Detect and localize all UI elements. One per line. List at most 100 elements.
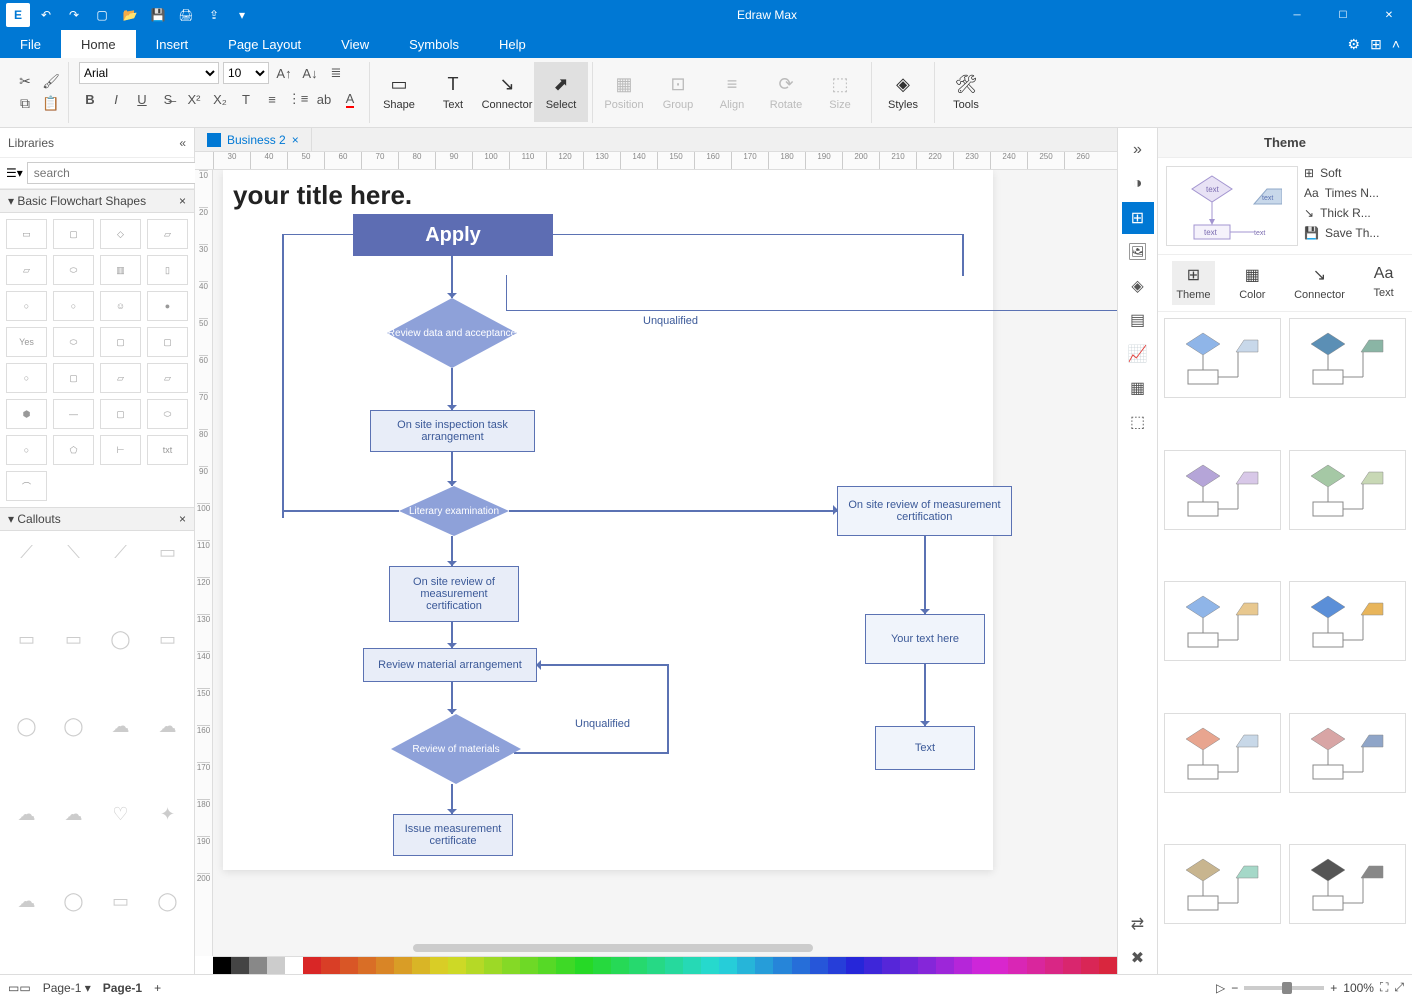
callout-item[interactable]: ◯ xyxy=(100,624,141,654)
shape-item[interactable]: ▢ xyxy=(147,327,188,357)
callout-item[interactable]: ◯ xyxy=(147,887,188,917)
color-swatch[interactable] xyxy=(810,957,828,974)
color-swatch[interactable] xyxy=(520,957,538,974)
color-swatch[interactable] xyxy=(484,957,502,974)
shape-item[interactable]: ▯ xyxy=(147,255,188,285)
color-swatch[interactable] xyxy=(792,957,810,974)
color-swatch[interactable] xyxy=(213,957,231,974)
shape-item[interactable]: — xyxy=(53,399,94,429)
shape-item[interactable]: ▱ xyxy=(147,219,188,249)
callout-item[interactable]: ⟋ xyxy=(100,537,141,567)
color-swatch[interactable] xyxy=(990,957,1008,974)
tools-button[interactable]: 🛠Tools xyxy=(939,62,993,122)
color-swatch[interactable] xyxy=(340,957,358,974)
node-review-materials[interactable] xyxy=(391,714,521,784)
theme-cat-color[interactable]: ▦Color xyxy=(1235,261,1269,305)
color-swatch[interactable] xyxy=(701,957,719,974)
color-swatch[interactable] xyxy=(882,957,900,974)
color-swatch[interactable] xyxy=(448,957,466,974)
color-swatch[interactable] xyxy=(918,957,936,974)
callout-item[interactable]: ◯ xyxy=(53,887,94,917)
color-swatch[interactable] xyxy=(828,957,846,974)
menu-tab-view[interactable]: View xyxy=(321,30,389,58)
shape-button[interactable]: ▭Shape xyxy=(372,62,426,122)
font-name-select[interactable]: Arial xyxy=(79,62,219,84)
shape-item[interactable]: ▢ xyxy=(100,327,141,357)
document-tab[interactable]: Business 2 × xyxy=(195,128,312,151)
callout-item[interactable]: ▭ xyxy=(6,624,47,654)
menu-tab-help[interactable]: Help xyxy=(479,30,546,58)
decrease-font-button[interactable]: A↓ xyxy=(299,62,321,84)
node-issue-cert[interactable]: Issue measurement certificate xyxy=(393,814,513,856)
underline-button[interactable]: U xyxy=(131,88,153,110)
callout-item[interactable]: ♡ xyxy=(100,799,141,829)
align-button[interactable]: ≣ xyxy=(325,62,347,84)
shape-item[interactable]: ○ xyxy=(53,291,94,321)
table-tool-icon[interactable]: ▦ xyxy=(1122,372,1154,404)
styles-button[interactable]: ◈Styles xyxy=(876,62,930,122)
color-swatch[interactable] xyxy=(575,957,593,974)
select-button[interactable]: ⬈Select xyxy=(534,62,588,122)
color-swatch[interactable] xyxy=(249,957,267,974)
chart-tool-icon[interactable]: 📈 xyxy=(1122,338,1154,370)
font-size-select[interactable]: 10 xyxy=(223,62,269,84)
callout-item[interactable]: ▭ xyxy=(147,624,188,654)
theme-opt-2[interactable]: ↘Thick R... xyxy=(1304,206,1404,220)
color-swatch[interactable] xyxy=(737,957,755,974)
color-swatch[interactable] xyxy=(1045,957,1063,974)
theme-thumbnail[interactable] xyxy=(1289,581,1406,661)
node-literary[interactable] xyxy=(399,486,509,536)
color-swatch[interactable] xyxy=(303,957,321,974)
shape-item[interactable]: txt xyxy=(147,435,188,465)
horizontal-scrollbar[interactable] xyxy=(413,944,813,952)
color-swatch[interactable] xyxy=(358,957,376,974)
color-swatch[interactable] xyxy=(773,957,791,974)
save-button[interactable]: 💾 xyxy=(146,3,170,27)
node-onsite-task[interactable]: On site inspection task arrangement xyxy=(370,410,535,452)
cut-button[interactable]: ✂ xyxy=(14,71,36,93)
lib-section-callouts[interactable]: ▾ Callouts × xyxy=(0,507,194,531)
color-swatch[interactable] xyxy=(846,957,864,974)
shape-item[interactable]: ▥ xyxy=(100,255,141,285)
color-swatch[interactable] xyxy=(683,957,701,974)
lib-section-basic[interactable]: ▾ Basic Flowchart Shapes × xyxy=(0,189,194,213)
superscript-button[interactable]: X² xyxy=(183,88,205,110)
theme-cat-text[interactable]: AaText xyxy=(1370,261,1398,305)
theme-tool-icon[interactable]: ⊞ xyxy=(1122,202,1154,234)
node-review-data[interactable] xyxy=(387,298,517,368)
highlight-button[interactable]: T xyxy=(235,88,257,110)
shape-item[interactable]: ▢ xyxy=(53,219,94,249)
color-swatch[interactable] xyxy=(556,957,574,974)
shape-item[interactable]: ○ xyxy=(6,363,47,393)
color-swatch[interactable] xyxy=(267,957,285,974)
callout-item[interactable]: ▭ xyxy=(100,887,141,917)
subscript-button[interactable]: X₂ xyxy=(209,88,231,110)
page-tab[interactable]: Page-1 xyxy=(103,981,142,995)
color-swatch[interactable] xyxy=(1081,957,1099,974)
theme-thumbnail[interactable] xyxy=(1164,450,1281,530)
color-swatch[interactable] xyxy=(412,957,430,974)
zoom-out-button[interactable]: − xyxy=(1231,981,1238,995)
color-swatch[interactable] xyxy=(719,957,737,974)
paste-button[interactable]: 📋 xyxy=(40,93,62,115)
theme-thumbnail[interactable] xyxy=(1164,318,1281,398)
theme-thumbnail[interactable] xyxy=(1164,844,1281,924)
shape-item[interactable]: ⬭ xyxy=(53,327,94,357)
zoom-in-button[interactable]: + xyxy=(1330,981,1337,995)
color-swatch[interactable] xyxy=(1027,957,1045,974)
color-swatch[interactable] xyxy=(285,957,303,974)
org-tool-icon[interactable]: ⬚ xyxy=(1122,406,1154,438)
theme-cat-connector[interactable]: ↘Connector xyxy=(1290,261,1349,305)
layers-tool-icon[interactable]: ◈ xyxy=(1122,270,1154,302)
font-color-button[interactable]: A xyxy=(339,88,361,110)
shape-item[interactable]: ▢ xyxy=(53,363,94,393)
color-swatch[interactable] xyxy=(231,957,249,974)
callout-item[interactable]: ⟍ xyxy=(53,537,94,567)
color-swatch[interactable] xyxy=(466,957,484,974)
callout-item[interactable]: ☁ xyxy=(100,712,141,742)
qat-more[interactable]: ▾ xyxy=(230,3,254,27)
new-button[interactable]: ▢ xyxy=(90,3,114,27)
menu-tab-page-layout[interactable]: Page Layout xyxy=(208,30,321,58)
theme-thumbnail[interactable] xyxy=(1289,318,1406,398)
page-tool-icon[interactable]: ▤ xyxy=(1122,304,1154,336)
